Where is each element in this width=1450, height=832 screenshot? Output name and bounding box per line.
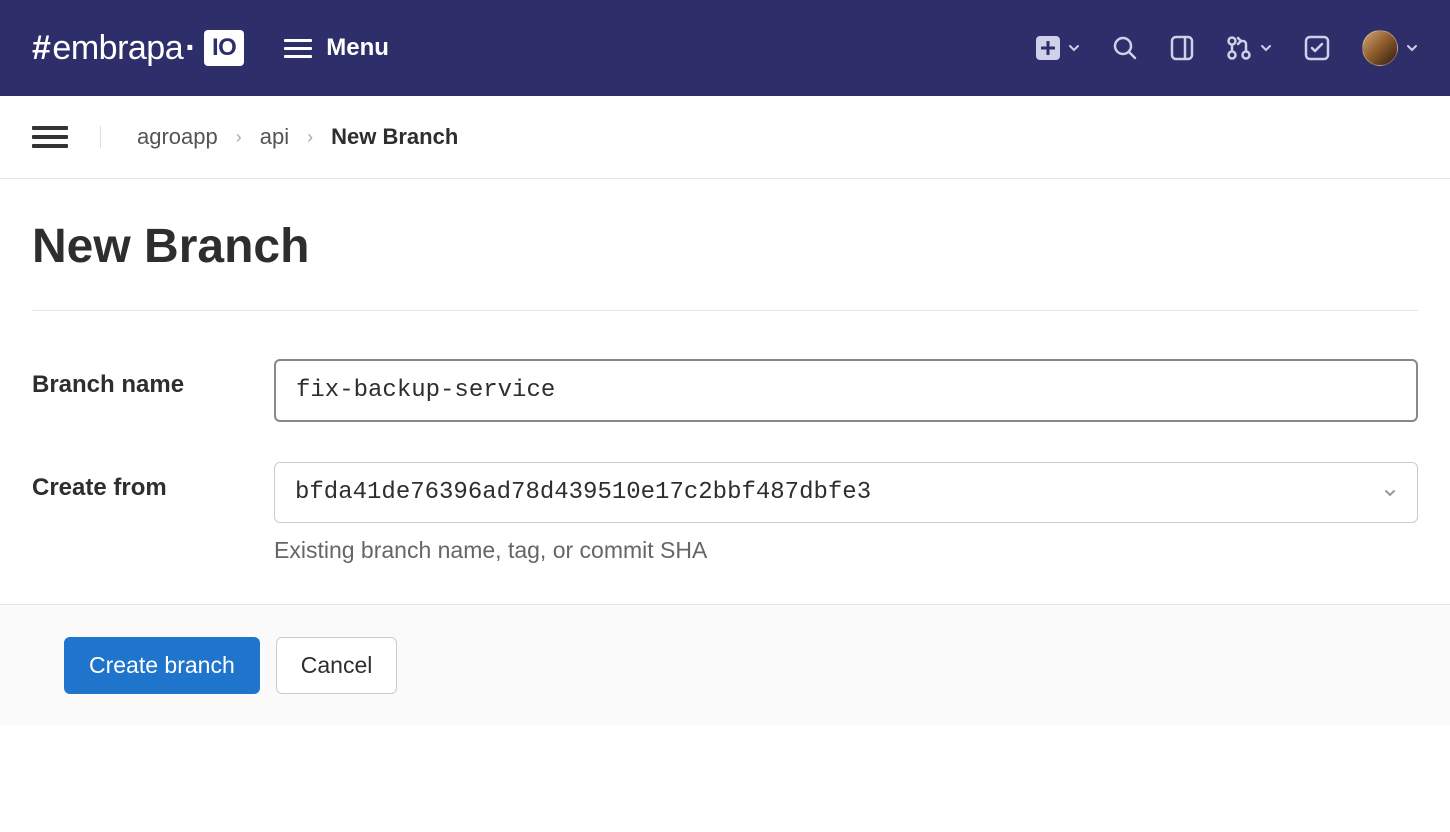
new-dropdown[interactable]: [1036, 36, 1080, 60]
search-button[interactable]: [1112, 35, 1138, 61]
create-from-help: Existing branch name, tag, or commit SHA: [274, 537, 1418, 564]
cancel-button[interactable]: Cancel: [276, 637, 398, 694]
header-left: #embrapa·IO Menu: [32, 29, 389, 68]
create-branch-button[interactable]: Create branch: [64, 637, 260, 694]
chevron-down-icon: [1406, 42, 1418, 54]
subheader: agroapp › api › New Branch: [0, 96, 1450, 179]
logo-text: embrapa: [52, 29, 183, 68]
logo-dot: ·: [185, 29, 196, 68]
issue-icon: [1170, 35, 1194, 61]
search-icon: [1112, 35, 1138, 61]
merge-request-icon: [1226, 35, 1252, 61]
create-from-row: Create from bfda41de76396ad78d439510e17c…: [32, 462, 1418, 564]
chevron-right-icon: ›: [307, 127, 313, 148]
header-right: [1036, 30, 1418, 66]
checkbox-icon: [1304, 35, 1330, 61]
page-title: New Branch: [32, 219, 1418, 311]
hamburger-icon: [284, 39, 312, 58]
branch-name-field: [274, 359, 1418, 422]
breadcrumb-current: New Branch: [331, 124, 458, 150]
sidebar-toggle[interactable]: [32, 126, 101, 148]
chevron-down-icon: [1260, 42, 1272, 54]
menu-label: Menu: [326, 34, 389, 62]
chevron-down-icon: [1068, 42, 1080, 54]
breadcrumb: agroapp › api › New Branch: [137, 124, 458, 150]
issues-button[interactable]: [1170, 35, 1194, 61]
create-from-select[interactable]: bfda41de76396ad78d439510e17c2bbf487dbfe3: [274, 462, 1418, 523]
create-from-field: bfda41de76396ad78d439510e17c2bbf487dbfe3…: [274, 462, 1418, 564]
form-actions: Create branch Cancel: [0, 604, 1450, 726]
logo-hash: #: [32, 29, 50, 68]
chevron-right-icon: ›: [236, 127, 242, 148]
avatar: [1362, 30, 1398, 66]
branch-name-label: Branch name: [32, 359, 274, 399]
top-nav: #embrapa·IO Menu: [0, 0, 1450, 96]
todos-button[interactable]: [1304, 35, 1330, 61]
create-from-label: Create from: [32, 462, 274, 502]
plus-icon: [1036, 36, 1060, 60]
create-from-select-wrap: bfda41de76396ad78d439510e17c2bbf487dbfe3: [274, 462, 1418, 523]
site-logo[interactable]: #embrapa·IO: [32, 29, 244, 68]
menu-button[interactable]: Menu: [284, 34, 389, 62]
breadcrumb-item-project[interactable]: api: [260, 124, 289, 150]
branch-name-row: Branch name: [32, 359, 1418, 422]
breadcrumb-item-group[interactable]: agroapp: [137, 124, 218, 150]
user-menu[interactable]: [1362, 30, 1418, 66]
branch-name-input[interactable]: [274, 359, 1418, 422]
logo-io-badge: IO: [204, 30, 244, 66]
merge-requests-dropdown[interactable]: [1226, 35, 1272, 61]
main-content: New Branch Branch name Create from bfda4…: [0, 179, 1450, 726]
